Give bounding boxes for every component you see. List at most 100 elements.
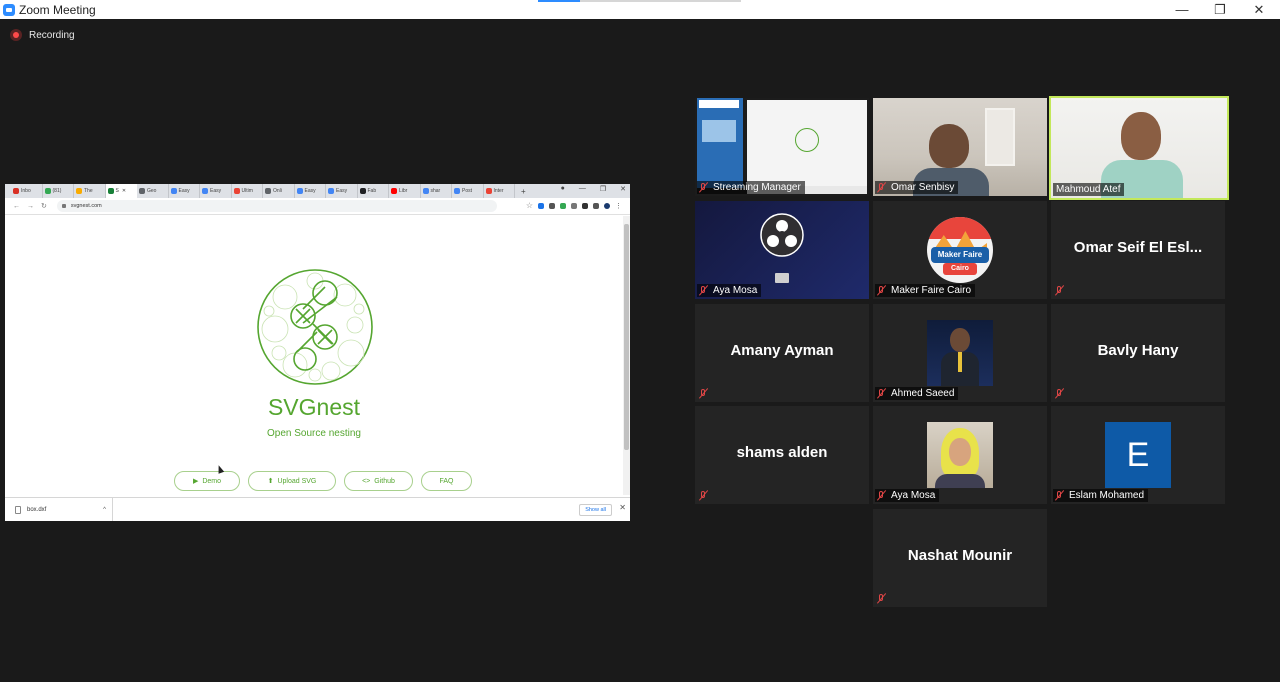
browser-tab[interactable]: shar [421,184,452,198]
browser-account-icon[interactable]: ● [561,185,565,193]
menu-kebab-icon[interactable]: ⋮ [615,202,622,210]
participant-tile[interactable]: Aya Mosa [873,406,1047,504]
upload-svg-button[interactable]: ⬆ Upload SVG [248,471,336,491]
participant-tile[interactable]: Nashat Mounir [873,509,1047,607]
page-action-buttons: ▶ Demo ⬆ Upload SVG <> Github FAQ [174,471,472,491]
camera-off-icon [775,273,789,283]
reload-icon[interactable]: ↻ [41,202,47,210]
back-icon[interactable]: ← [13,203,20,210]
browser-minimize-icon[interactable]: — [579,185,586,193]
participant-nameplate: Aya Mosa [875,489,940,502]
demo-button[interactable]: ▶ Demo [174,471,240,491]
extension-icon[interactable] [538,202,544,209]
browser-restore-icon[interactable]: ❐ [600,185,606,193]
close-shelf-icon[interactable]: ✕ [619,503,626,512]
browser-tab[interactable]: Libr [389,184,421,198]
participant-tile[interactable]: Omar Seif El Esl... [1051,201,1225,299]
address-bar[interactable]: svgnest.com [56,200,497,212]
participant-photo [927,422,993,488]
mic-muted-icon [697,489,710,502]
bookmark-star-icon[interactable]: ☆ [526,201,533,210]
new-tab-button[interactable]: + [521,187,526,196]
share-toolbar-handle[interactable] [538,0,741,2]
tab-favicon-icon [328,188,334,194]
browser-tab[interactable]: Easy [200,184,232,198]
browser-tab[interactable]: Geo [137,184,169,198]
participant-tile[interactable]: Maker Faire Cairo Maker Faire Cairo [873,201,1047,299]
browser-close-icon[interactable]: ✕ [620,185,626,193]
participant-display-name: Nashat Mounir [907,547,1013,564]
shared-screen[interactable]: Inbo (81) The S ✕ Geo Easy Easy Ultim Onl… [5,184,630,521]
maker-faire-cairo-logo: Maker Faire Cairo [927,217,993,283]
mic-muted-icon [875,284,888,297]
chevron-up-icon[interactable]: ^ [103,507,106,513]
scrollbar-thumb[interactable] [624,224,629,450]
participant-name: Eslam Mohamed [1069,490,1145,501]
github-button[interactable]: <> Github [344,471,413,491]
recording-indicator[interactable]: Recording [10,29,75,41]
profile-avatar-icon[interactable] [604,202,610,209]
participant-tile[interactable]: Amany Ayman [695,304,869,402]
browser-tab[interactable]: Easy [326,184,358,198]
participant-photo [927,320,993,386]
url-text: svgnest.com [70,203,102,209]
forward-icon[interactable]: → [27,203,34,210]
mic-muted-icon [1053,387,1066,400]
browser-tab[interactable]: Ultim [232,184,263,198]
extension-icon[interactable] [582,202,588,209]
browser-tab-active[interactable]: S ✕ [105,184,137,198]
mic-muted-icon [875,592,888,605]
browser-tab[interactable]: The [74,184,106,198]
tab-favicon-icon [454,188,460,194]
browser-tab[interactable]: Easy [169,184,200,198]
show-all-button[interactable]: Show all [579,504,612,516]
file-icon [15,505,21,514]
browser-tab[interactable]: Easy [295,184,326,198]
browser-tab[interactable]: Inbo [11,184,43,198]
window-titlebar: Zoom Meeting — ❐ ✕ [0,0,1280,19]
mic-muted-icon [875,181,888,194]
browser-tab[interactable]: (81) [43,184,74,198]
faq-button[interactable]: FAQ [421,471,472,491]
participant-tile[interactable]: shams alden [695,406,869,504]
extension-icon[interactable] [571,202,577,209]
download-item[interactable]: box.dxf ^ [15,497,113,521]
participant-nameplate: Mahmoud Atef [1053,183,1125,196]
participant-tile[interactable]: Streaming Manager [695,98,869,196]
participant-tile[interactable]: Bavly Hany [1051,304,1225,402]
mic-muted-icon [697,181,710,194]
browser-tab[interactable]: Onli [263,184,295,198]
tab-favicon-icon [107,188,114,194]
tab-favicon-icon [76,188,82,194]
tab-close-icon[interactable]: ✕ [122,188,126,194]
tab-favicon-icon [422,188,429,194]
mic-muted-icon [1053,489,1066,502]
mic-muted-icon [697,284,710,297]
browser-tab[interactable]: Inter [484,184,515,198]
participant-tile[interactable]: Aya Mosa [695,201,869,299]
tab-favicon-icon [202,188,208,194]
participant-name: Ahmed Saeed [891,388,955,399]
extension-icon[interactable] [560,202,566,209]
participant-tile[interactable]: E Eslam Mohamed [1051,406,1225,504]
minimize-button[interactable]: — [1162,0,1202,19]
download-filename: box.dxf [27,506,47,513]
participant-tile[interactable]: Omar Senbisy [873,98,1047,196]
mic-muted-icon [875,489,888,502]
tab-favicon-icon [296,188,303,194]
browser-tab[interactable]: Fab [358,184,389,198]
recording-icon [10,29,22,41]
close-button[interactable]: ✕ [1239,0,1279,19]
participant-display-name: shams alden [736,444,828,461]
tab-favicon-icon [485,188,492,194]
extension-icon[interactable] [549,202,555,209]
demo-label: Demo [202,477,222,485]
page-scrollbar[interactable] [623,216,630,495]
participant-tile-active-speaker[interactable]: Mahmoud Atef [1049,96,1229,200]
browser-tab[interactable]: Post [452,184,484,198]
restore-button[interactable]: ❐ [1200,0,1240,19]
participant-tile[interactable]: Ahmed Saeed [873,304,1047,402]
page-tagline: Open Source nesting [267,428,361,439]
tab-favicon-icon [359,188,366,194]
puzzle-extensions-icon[interactable] [593,202,599,209]
